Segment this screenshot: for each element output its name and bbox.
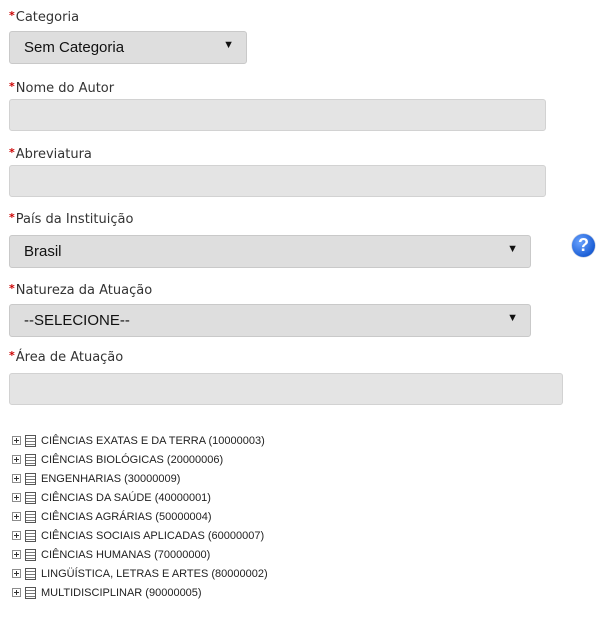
pais-value: Brasil: [24, 243, 62, 260]
area-label: *Área de Atuação: [9, 349, 124, 365]
tree-node[interactable]: LINGÜÍSTICA, LETRAS E ARTES (80000002): [12, 564, 268, 583]
tree-node[interactable]: CIÊNCIAS AGRÁRIAS (50000004): [12, 507, 268, 526]
categoria-label: *Categoria: [9, 9, 80, 25]
categoria-select[interactable]: Sem Categoria ▼: [9, 31, 247, 64]
tree-node[interactable]: CIÊNCIAS EXATAS E DA TERRA (10000003): [12, 431, 268, 450]
document-icon: [25, 434, 36, 447]
tree-node[interactable]: ENGENHARIAS (30000009): [12, 469, 268, 488]
nome-autor-label: *Nome do Autor: [9, 80, 115, 96]
document-icon: [25, 491, 36, 504]
plus-box-icon[interactable]: [12, 512, 21, 521]
tree-node[interactable]: CIÊNCIAS BIOLÓGICAS (20000006): [12, 450, 268, 469]
plus-box-icon[interactable]: [12, 493, 21, 502]
required-mark: *: [9, 282, 15, 295]
tree-node[interactable]: MULTIDISCIPLINAR (90000005): [12, 583, 268, 602]
required-mark: *: [9, 80, 15, 93]
required-mark: *: [9, 211, 15, 224]
categoria-value: Sem Categoria: [24, 39, 125, 56]
pais-select[interactable]: Brasil ▼: [9, 235, 531, 268]
natureza-value: --SELECIONE--: [24, 312, 130, 329]
plus-box-icon[interactable]: [12, 474, 21, 483]
area-tree: CIÊNCIAS EXATAS E DA TERRA (10000003) CI…: [12, 431, 268, 602]
plus-box-icon[interactable]: [12, 531, 21, 540]
nome-autor-input[interactable]: [9, 99, 546, 131]
dropdown-arrow-icon: ▼: [507, 243, 518, 255]
area-input[interactable]: [9, 373, 563, 405]
document-icon: [25, 529, 36, 542]
plus-box-icon[interactable]: [12, 436, 21, 445]
abreviatura-label: *Abreviatura: [9, 146, 92, 162]
document-icon: [25, 548, 36, 561]
required-mark: *: [9, 9, 15, 22]
document-icon: [25, 586, 36, 599]
tree-node[interactable]: CIÊNCIAS HUMANAS (70000000): [12, 545, 268, 564]
help-question-icon[interactable]: ?: [572, 234, 595, 257]
dropdown-arrow-icon: ▼: [223, 39, 234, 51]
tree-node[interactable]: CIÊNCIAS DA SAÚDE (40000001): [12, 488, 268, 507]
required-mark: *: [9, 146, 15, 159]
document-icon: [25, 472, 36, 485]
plus-box-icon[interactable]: [12, 588, 21, 597]
dropdown-arrow-icon: ▼: [507, 312, 518, 324]
plus-box-icon[interactable]: [12, 550, 21, 559]
plus-box-icon[interactable]: [12, 455, 21, 464]
plus-box-icon[interactable]: [12, 569, 21, 578]
document-icon: [25, 453, 36, 466]
pais-label: *País da Instituição: [9, 211, 134, 227]
natureza-label: *Natureza da Atuação: [9, 282, 153, 298]
document-icon: [25, 510, 36, 523]
required-mark: *: [9, 349, 15, 362]
tree-node[interactable]: CIÊNCIAS SOCIAIS APLICADAS (60000007): [12, 526, 268, 545]
document-icon: [25, 567, 36, 580]
natureza-select[interactable]: --SELECIONE-- ▼: [9, 304, 531, 337]
abreviatura-input[interactable]: [9, 165, 546, 197]
